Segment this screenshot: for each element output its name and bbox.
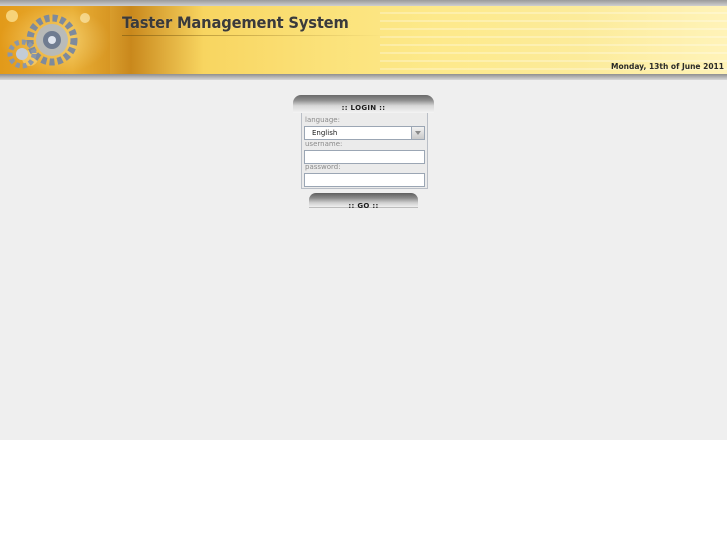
go-button[interactable]: :: GO ::: [309, 193, 418, 210]
login-panel-header: :: LOGIN ::: [293, 95, 434, 113]
password-label: password:: [305, 163, 341, 171]
language-dropdown-button[interactable]: [411, 127, 424, 139]
header-banner: Taster Management System Monday, 13th of…: [0, 0, 727, 80]
password-input[interactable]: [304, 173, 425, 187]
language-label: language:: [305, 116, 340, 124]
date-display: Monday, 13th of June 2011: [611, 62, 724, 71]
username-input[interactable]: [304, 150, 425, 164]
language-selected-value: English: [312, 129, 338, 137]
title-underline: [122, 35, 387, 36]
app-title: Taster Management System: [122, 13, 349, 32]
go-button-label: :: GO ::: [348, 202, 379, 210]
chevron-down-icon: [415, 131, 421, 135]
language-select[interactable]: English: [304, 126, 425, 140]
login-title: :: LOGIN ::: [341, 104, 386, 112]
header-bottom-bar: [0, 74, 727, 80]
login-panel: language: English username: password:: [301, 113, 428, 189]
gear-logo-icon: [0, 6, 110, 74]
username-label: username:: [305, 140, 343, 148]
